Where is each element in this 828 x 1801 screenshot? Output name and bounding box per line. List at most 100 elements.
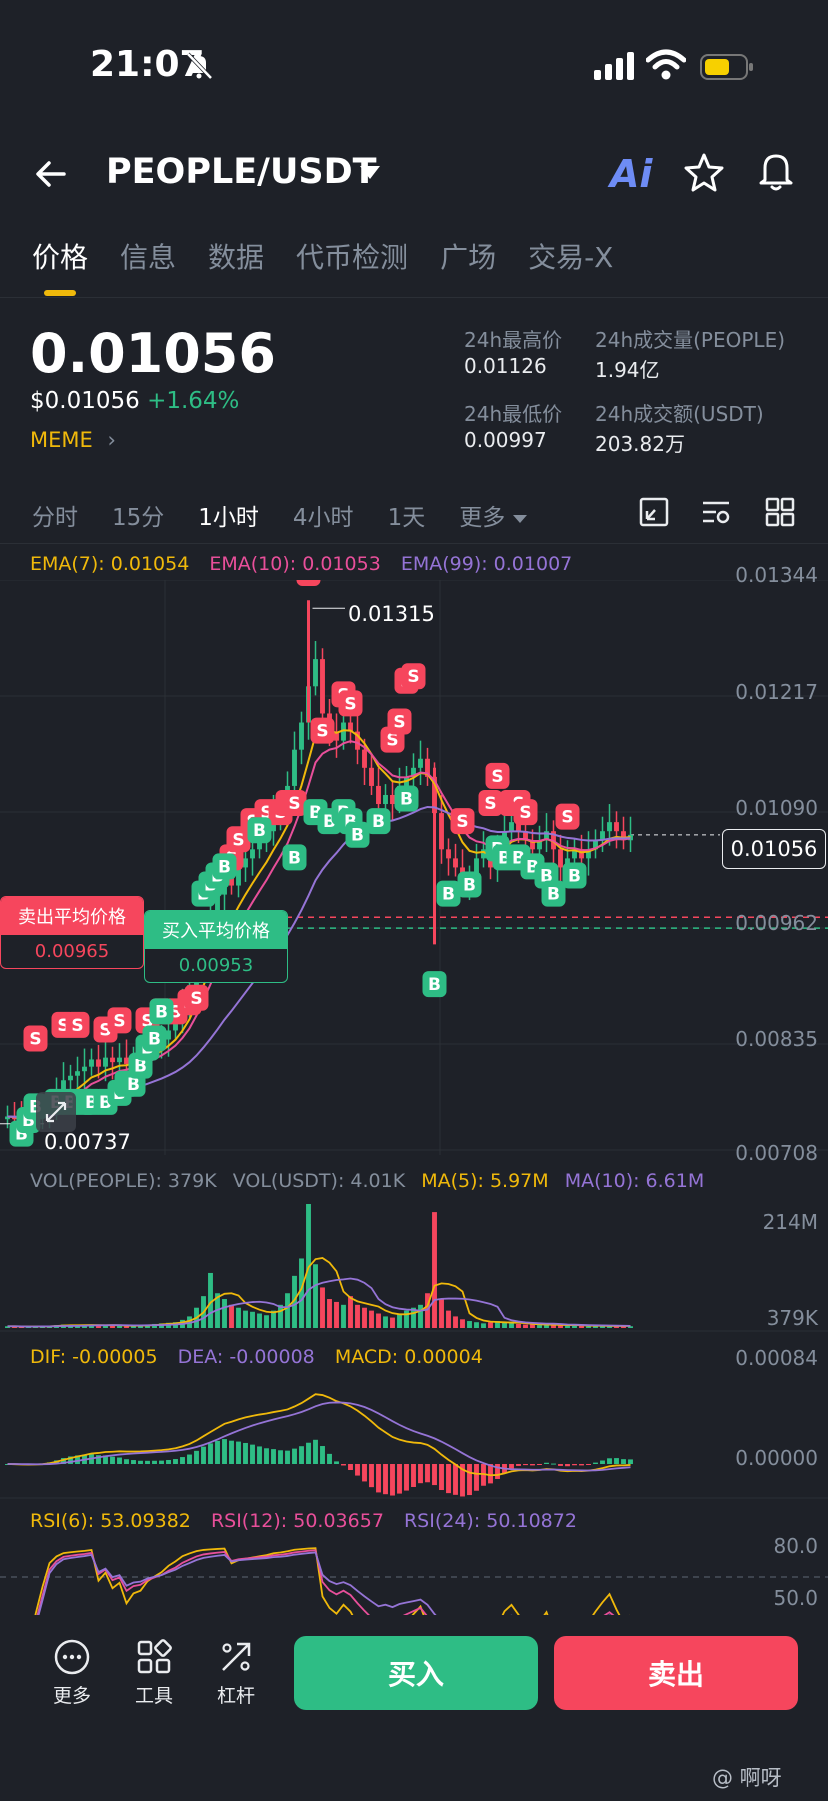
volume-bar [369,1310,374,1328]
avg-buy-box[interactable]: 买入平均价格 0.00953 [144,910,288,983]
pair-title[interactable]: PEOPLE/USDT [106,152,377,192]
macd-dif-legend: DIF: -0.00005 [30,1346,158,1368]
volume-bar [362,1307,367,1328]
expand-arrows-icon [45,1101,67,1123]
candle-body [96,1059,101,1067]
macd-bar [131,1460,136,1464]
volume-bar [124,1326,129,1328]
active-tab-indicator [44,290,76,296]
macd-bar [439,1464,444,1491]
vol-ma10-line [7,1277,631,1328]
tag-link[interactable]: MEME › [30,428,116,452]
macd-bar [397,1464,402,1494]
y-tick: 0.01217 [735,680,818,704]
vol-base-value: 1.94亿 [595,358,660,382]
chart-expand-icon[interactable] [638,496,670,528]
ai-assistant-icon[interactable]: Ai [610,152,652,196]
interval-1h[interactable]: 1小时 [198,498,259,532]
trade-marker-label: B [442,885,455,905]
indicator-settings-icon[interactable] [700,496,732,528]
bell-muted-icon [186,52,213,80]
favorite-star-icon[interactable] [684,152,724,192]
y-tick: 0.01344 [735,563,818,587]
macd-bar [516,1464,521,1466]
macd-bar [600,1460,605,1464]
macd-bar [467,1464,472,1496]
vol-ma10-legend: MA(10): 6.61M [564,1170,705,1192]
macd-bar [173,1459,178,1464]
vol-base-legend: VOL(PEOPLE): 379K [30,1170,217,1192]
macd-bar [418,1464,423,1484]
notification-bell-icon[interactable] [756,150,796,192]
volume-bar [586,1326,591,1328]
macd-bar [551,1463,556,1465]
tab-price[interactable]: 价格 [32,236,88,276]
volume-bar [285,1293,290,1328]
rsi12-legend: RSI(12): 50.03657 [210,1510,384,1532]
leverage-button[interactable]: 杠杆 [208,1638,264,1708]
tab-trade-x[interactable]: 交易-X [528,236,613,276]
tab-token-check[interactable]: 代币检测 [296,236,408,276]
usd-price-row: $0.01056 +1.64% [30,388,239,414]
macd-bar [565,1464,570,1467]
interval-15m[interactable]: 15分 [112,498,164,532]
volume-legend: VOL(PEOPLE): 379K VOL(USDT): 4.01K MA(5)… [30,1170,704,1192]
macd-tick: 0.00084 [735,1346,818,1370]
current-price-tag[interactable]: 0.01056 [722,829,826,869]
macd-bar [292,1448,297,1464]
interval-line[interactable]: 分时 [32,498,78,532]
back-arrow-icon[interactable] [34,156,70,192]
volume-bar [278,1304,283,1328]
rsi-chart[interactable] [0,1530,828,1615]
sell-button[interactable]: 卖出 [554,1636,798,1710]
tab-square[interactable]: 广场 [440,236,496,276]
ema-legend: EMA(7): 0.01054 EMA(10): 0.01053 EMA(99)… [30,553,572,575]
volume-bar [537,1325,542,1328]
y-tick: 0.00835 [735,1027,818,1051]
interval-4h[interactable]: 4小时 [293,498,354,532]
candle-body [558,849,563,868]
avg-sell-box[interactable]: 卖出平均价格 0.00965 [0,896,144,969]
tools-grid-icon [137,1639,172,1674]
volume-bar [327,1299,332,1328]
macd-bar [369,1464,374,1488]
trade-marker-label: S [393,713,405,733]
trade-marker-label: B [288,848,301,868]
interval-more[interactable]: 更多 [459,498,528,532]
trade-marker-label: B [253,821,266,841]
tab-data[interactable]: 数据 [208,236,264,276]
rsi24-legend: RSI(24): 50.10872 [403,1510,577,1532]
layout-grid-icon[interactable] [764,496,796,528]
candle-body [124,1057,129,1064]
tools-label: 工具 [134,1685,173,1707]
interval-selector: 分时 15分 1小时 4小时 1天 更多 [32,498,528,532]
macd-bar [523,1464,528,1466]
macd-bar [432,1464,437,1486]
macd-bar [264,1448,269,1464]
low-label: 24h最低价 [464,402,563,426]
volume-chart[interactable] [0,1200,828,1332]
chevron-down-icon[interactable] [360,166,380,180]
macd-bar [201,1446,206,1464]
tab-info[interactable]: 信息 [120,236,176,276]
volume-bar [439,1299,444,1328]
tools-button[interactable]: 工具 [126,1638,182,1708]
more-button[interactable]: 更多 [44,1638,100,1708]
macd-chart[interactable] [0,1370,828,1500]
macd-bar [474,1464,479,1491]
y-tick: 0.00962 [735,911,818,935]
macd-bar [411,1464,416,1487]
interval-1d[interactable]: 1天 [388,498,426,532]
high-value: 0.01126 [464,354,547,378]
volume-bar [229,1304,234,1328]
avg-sell-value: 0.00965 [34,941,110,962]
ema7-label: EMA(7): 0.01054 [30,553,190,575]
volume-bar [446,1310,451,1328]
candle-body [75,1071,80,1076]
fullscreen-button[interactable] [36,1092,76,1132]
buy-button[interactable]: 买入 [294,1636,538,1710]
ema99-label: EMA(99): 0.01007 [400,553,573,575]
macd-bar [348,1464,353,1471]
candlestick-chart[interactable]: SSSSSSSSSSSSSSSSSSSSSSSSSSSSSSSSBBBBBBBB… [0,580,828,1160]
volume-bar [488,1322,493,1328]
